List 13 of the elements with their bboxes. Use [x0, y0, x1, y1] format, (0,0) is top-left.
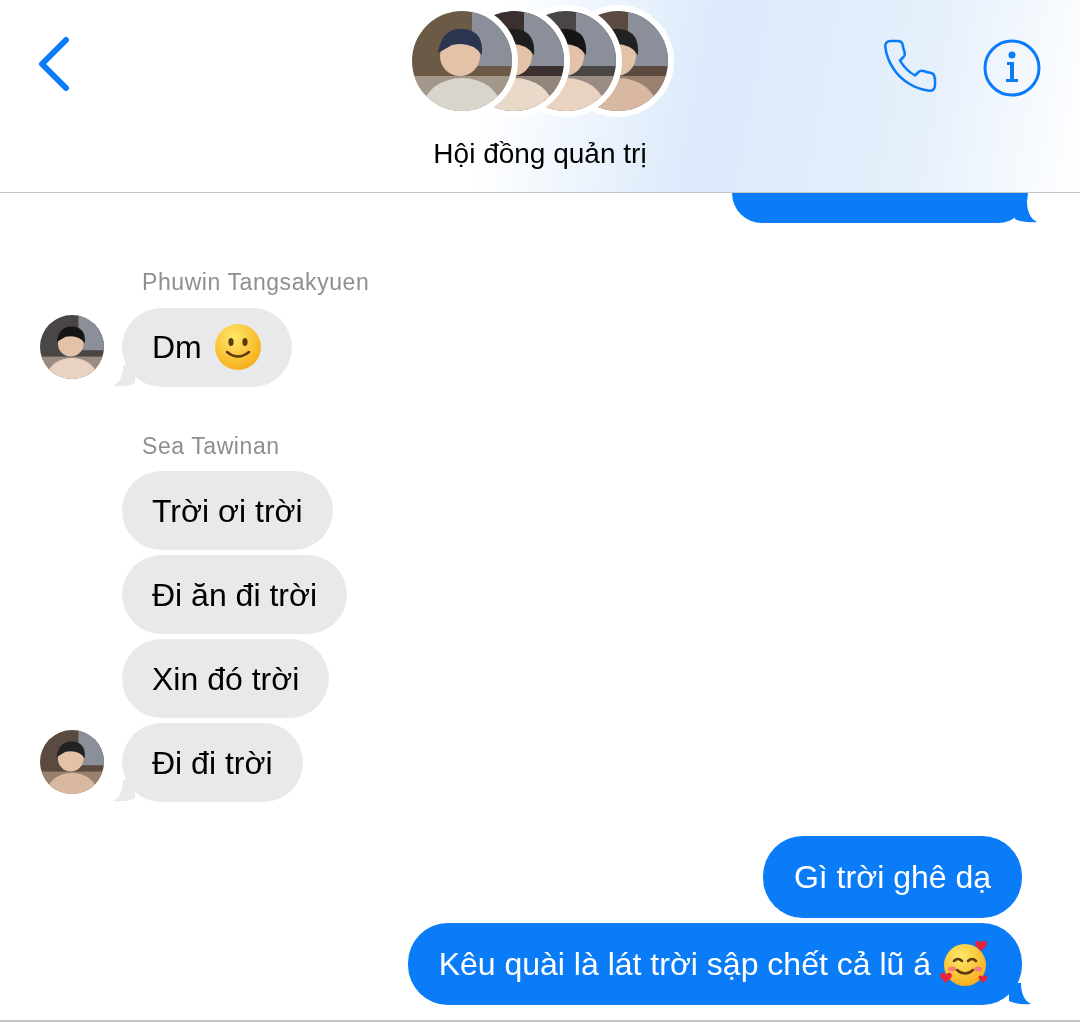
group-name[interactable]: Hội đồng quản trị: [433, 133, 647, 175]
sender-name: Sea Tawinan: [142, 432, 280, 459]
message-bubble: Trời ơi trời: [122, 471, 333, 550]
message-bubble: Gì trời ghê dạ: [762, 836, 1022, 918]
message-bubble: Đi ăn đi trời: [122, 555, 348, 634]
smiley-icon: [213, 323, 262, 371]
info-button[interactable]: [982, 38, 1042, 98]
info-icon: [982, 38, 1042, 98]
message-bubble: Xin đó trời: [122, 639, 330, 718]
back-button[interactable]: [36, 36, 72, 92]
bubble-tail: [1009, 983, 1031, 1005]
sender-name: Phuwin Tangsakyuen: [142, 269, 370, 295]
back-chevron-icon: [36, 36, 72, 92]
